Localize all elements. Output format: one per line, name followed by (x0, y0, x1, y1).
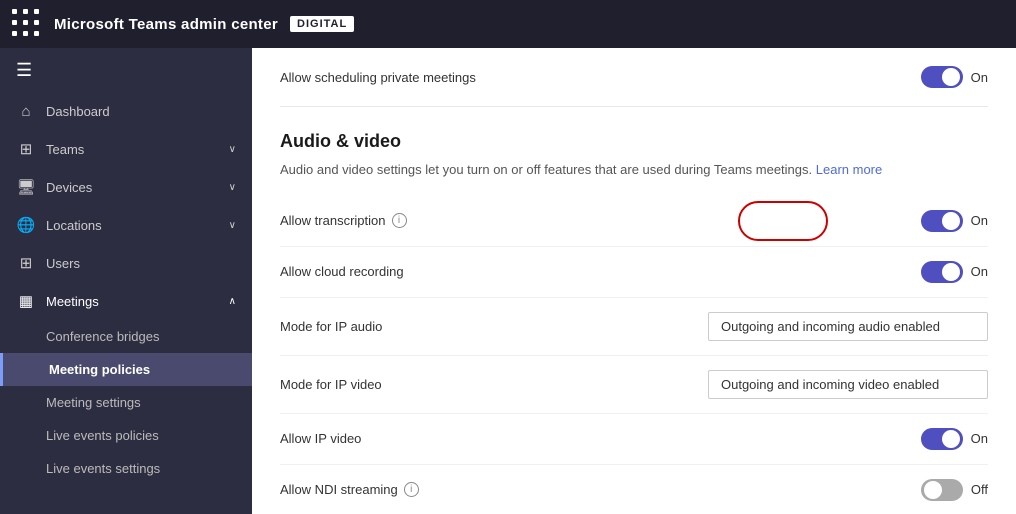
sidebar: ☰ ⌂ Dashboard ⊞ Teams ∨ 🖥 Devices ∨ 🌐 Lo… (0, 48, 252, 514)
setting-row-ndi: Allow NDI streaming i Off (280, 465, 988, 514)
cloud-recording-toggle-container: On (921, 261, 988, 283)
dashboard-icon: ⌂ (16, 103, 36, 120)
allow-ip-video-toggle[interactable] (921, 428, 963, 450)
sidebar-item-label: Teams (46, 142, 219, 157)
ip-video-value[interactable]: Outgoing and incoming video enabled (708, 370, 988, 399)
setting-row-cloud-recording: Allow cloud recording On (280, 247, 988, 298)
toggle-knob (942, 212, 960, 230)
chevron-down-icon: ∨ (229, 220, 236, 231)
scheduling-toggle-container: On (921, 66, 988, 88)
sidebar-item-meeting-policies[interactable]: Meeting policies (0, 353, 252, 386)
sidebar-item-live-events-settings[interactable]: Live events settings (0, 452, 252, 485)
chevron-down-icon: ∨ (229, 144, 236, 155)
meetings-icon: ▦ (16, 292, 36, 310)
transcription-toggle[interactable] (921, 210, 963, 232)
setting-label-ip-video: Mode for IP video (280, 377, 382, 392)
sidebar-item-label: Dashboard (46, 104, 236, 119)
section-description: Audio and video settings let you turn on… (280, 160, 988, 180)
tenant-badge: DIGITAL (290, 16, 354, 32)
setting-row-ip-audio: Mode for IP audio Outgoing and incoming … (280, 298, 988, 356)
sidebar-item-label: Devices (46, 180, 219, 195)
setting-label-ip-audio: Mode for IP audio (280, 319, 382, 334)
sidebar-item-conference-bridges[interactable]: Conference bridges (0, 320, 252, 353)
toggle-knob (942, 68, 960, 86)
transcription-toggle-label: On (971, 213, 988, 228)
sidebar-item-locations[interactable]: 🌐 Locations ∨ (0, 206, 252, 244)
sidebar-item-label: Users (46, 256, 236, 271)
top-navigation: Microsoft Teams admin center DIGITAL (0, 0, 1016, 48)
setting-row-allow-ip-video: Allow IP video On (280, 414, 988, 465)
sidebar-item-label: Locations (46, 218, 219, 233)
setting-row-allow-transcription: Allow transcription i On (280, 196, 988, 247)
sidebar-item-meeting-settings[interactable]: Meeting settings (0, 386, 252, 419)
ip-audio-value[interactable]: Outgoing and incoming audio enabled (708, 312, 988, 341)
scheduling-label: Allow scheduling private meetings (280, 70, 476, 85)
sidebar-item-devices[interactable]: 🖥 Devices ∨ (0, 168, 252, 206)
locations-icon: 🌐 (16, 216, 36, 234)
setting-label-cloud-recording: Allow cloud recording (280, 264, 404, 279)
cloud-recording-toggle-label: On (971, 264, 988, 279)
allow-ip-video-label: On (971, 431, 988, 446)
toggle-knob (942, 263, 960, 281)
content-area: Allow scheduling private meetings On Aud… (252, 48, 1016, 514)
setting-label-allow-ip-video: Allow IP video (280, 431, 361, 446)
setting-label-ndi: Allow NDI streaming i (280, 482, 419, 497)
ndi-toggle-container: Off (921, 479, 988, 501)
main-content: Allow scheduling private meetings On Aud… (252, 48, 1016, 514)
app-title: Microsoft Teams admin center (54, 16, 278, 33)
hamburger-menu[interactable]: ☰ (0, 48, 252, 93)
scheduling-toggle[interactable] (921, 66, 963, 88)
chevron-down-icon: ∨ (229, 182, 236, 193)
section-title: Audio & video (280, 107, 988, 160)
transcription-toggle-container: On (921, 210, 988, 232)
sidebar-item-meetings[interactable]: ▦ Meetings ∧ (0, 282, 252, 320)
sidebar-item-teams[interactable]: ⊞ Teams ∨ (0, 130, 252, 168)
teams-icon: ⊞ (16, 140, 36, 158)
devices-icon: 🖥 (16, 178, 36, 196)
sidebar-item-live-events-policies[interactable]: Live events policies (0, 419, 252, 452)
sidebar-item-users[interactable]: ⊞ Users (0, 244, 252, 282)
setting-label-allow-transcription: Allow transcription i (280, 213, 407, 228)
ndi-toggle-label: Off (971, 482, 988, 497)
sidebar-item-dashboard[interactable]: ⌂ Dashboard (0, 93, 252, 130)
allow-ip-video-toggle-container: On (921, 428, 988, 450)
toggle-knob (942, 430, 960, 448)
chevron-up-icon: ∧ (229, 296, 236, 307)
scheduling-toggle-label: On (971, 70, 988, 85)
users-icon: ⊞ (16, 254, 36, 272)
cloud-recording-toggle[interactable] (921, 261, 963, 283)
sidebar-item-label: Meetings (46, 294, 219, 309)
info-icon-transcription[interactable]: i (392, 213, 407, 228)
scheduling-row: Allow scheduling private meetings On (280, 48, 988, 107)
setting-row-ip-video: Mode for IP video Outgoing and incoming … (280, 356, 988, 414)
transcription-annotation-circle (738, 201, 828, 241)
info-icon-ndi[interactable]: i (404, 482, 419, 497)
app-grid-icon[interactable] (12, 9, 42, 39)
ndi-toggle[interactable] (921, 479, 963, 501)
toggle-knob (924, 481, 942, 499)
learn-more-link[interactable]: Learn more (816, 162, 882, 177)
